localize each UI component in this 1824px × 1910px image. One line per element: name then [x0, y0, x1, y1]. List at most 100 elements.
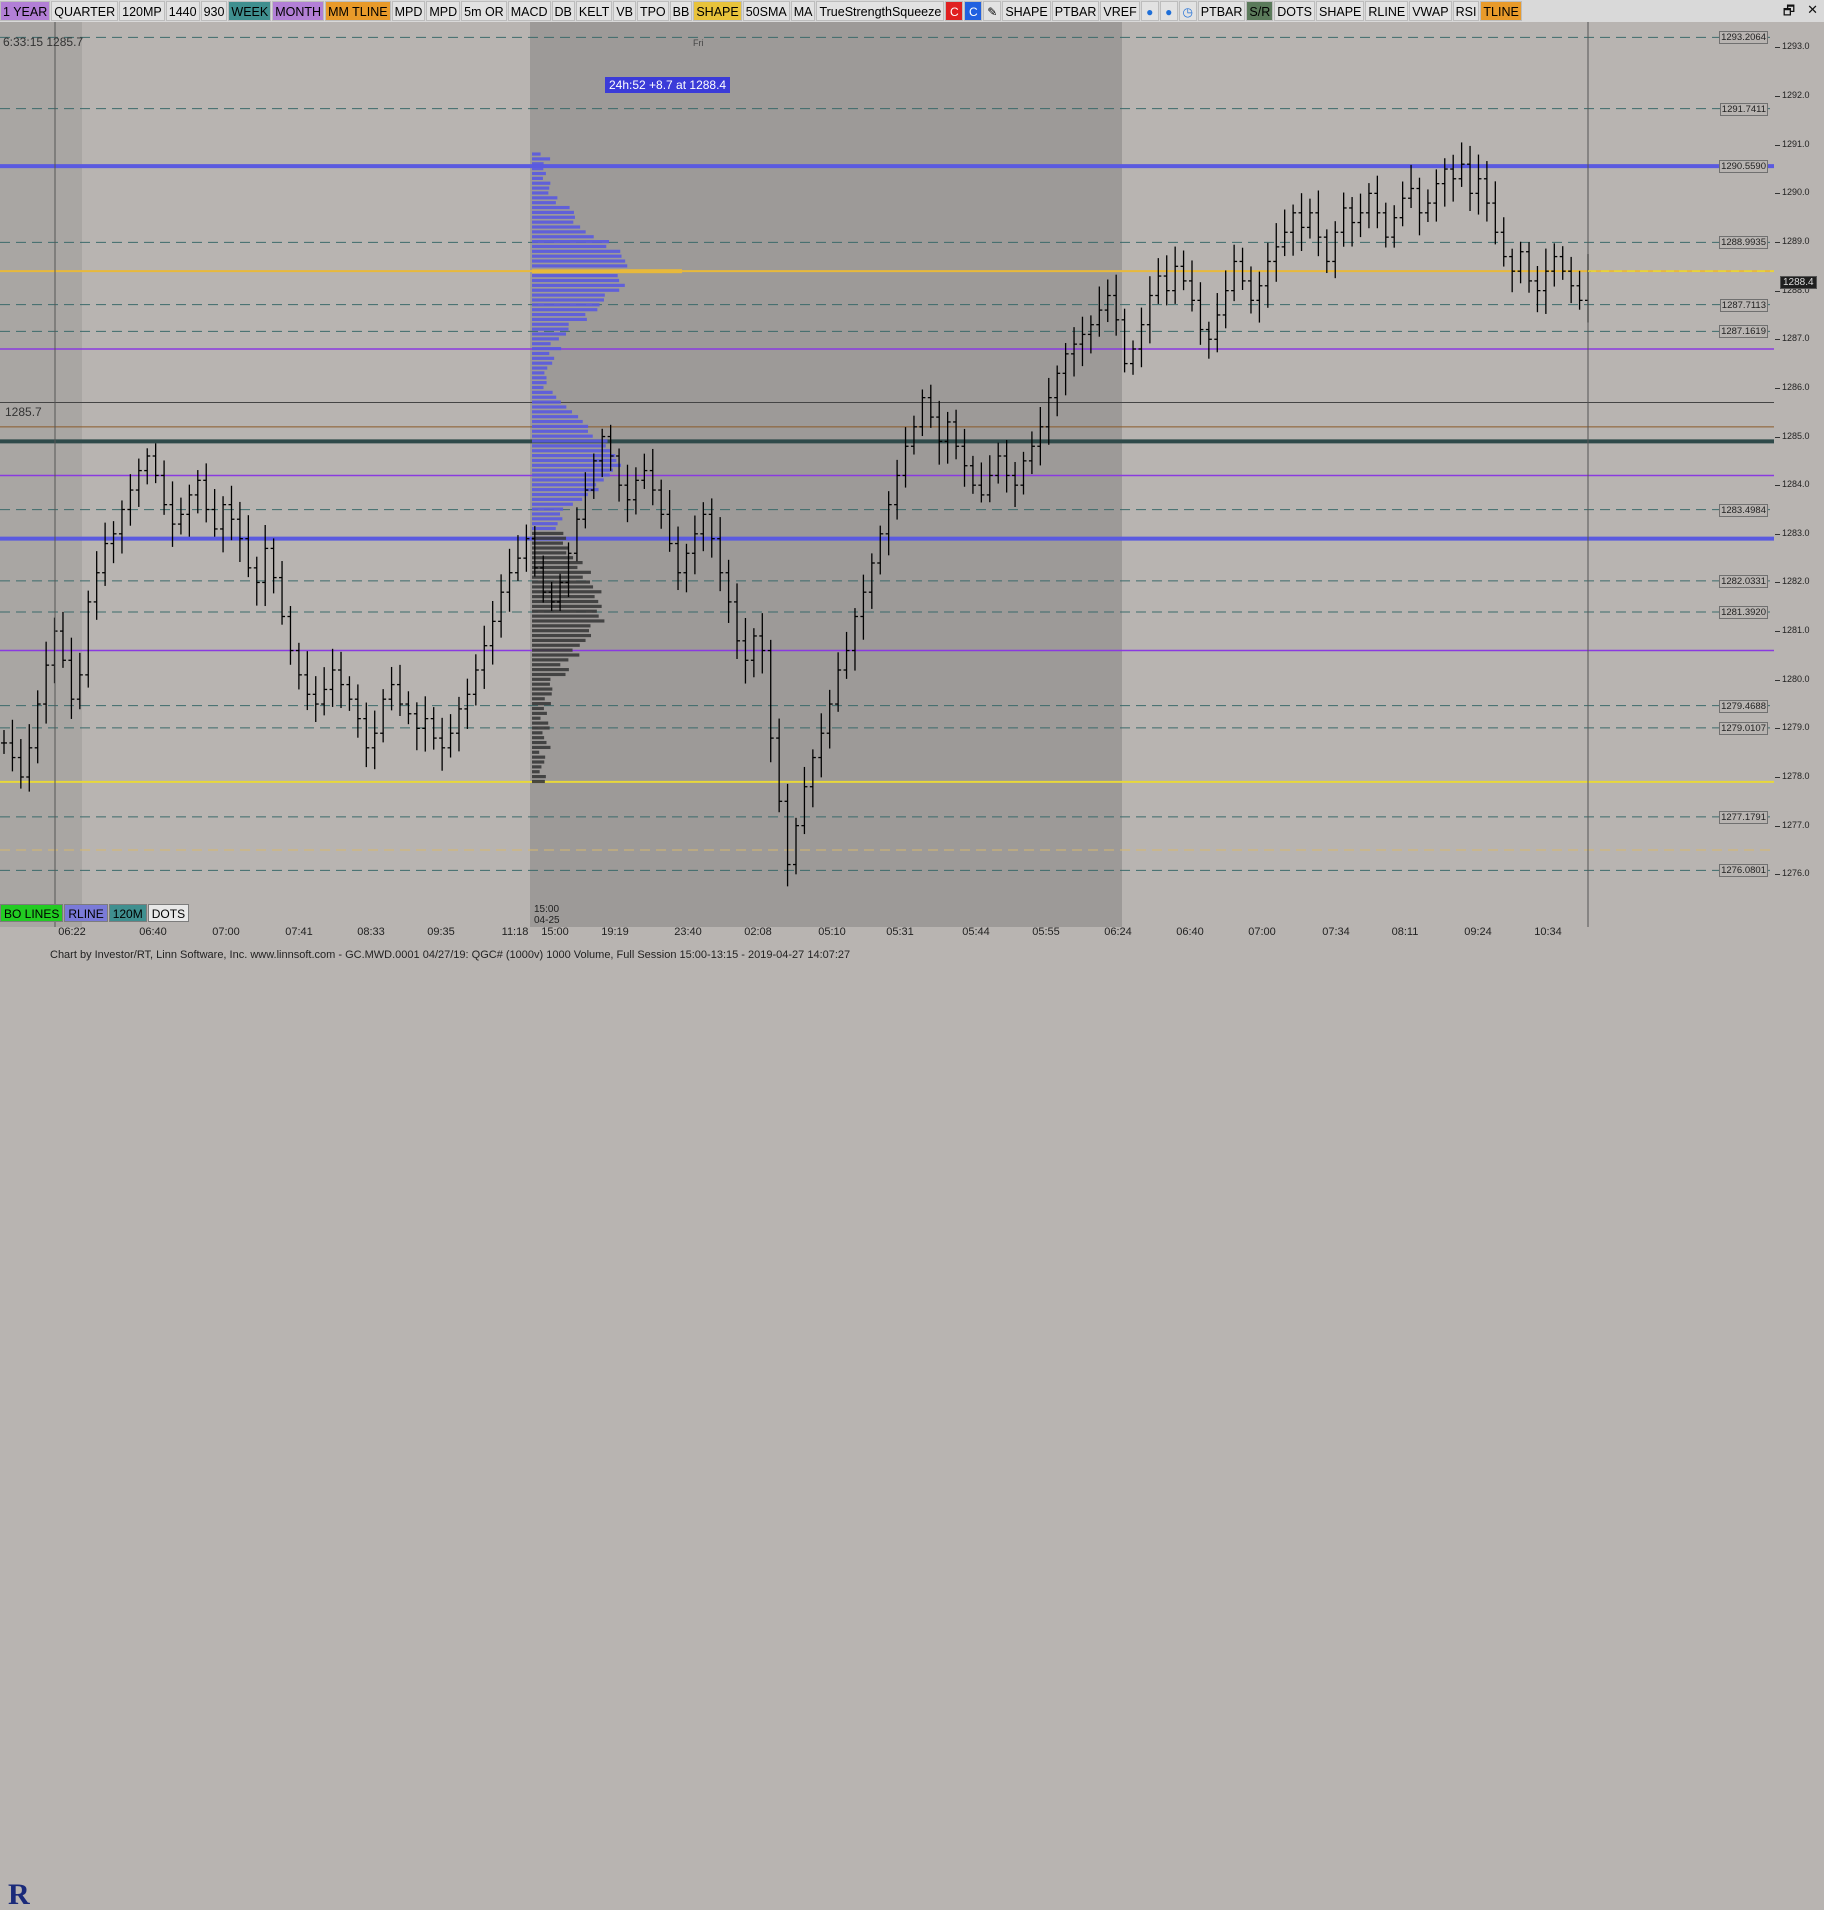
volume-profile-bar	[532, 740, 547, 745]
volume-profile-bar	[532, 220, 574, 224]
axis-tick-label: 1276.0	[1775, 868, 1810, 879]
time-tick-label: 15:00	[541, 926, 569, 938]
volume-profile-bar	[532, 293, 605, 297]
footer: R Chart by Investor/RT, Linn Software, I…	[0, 944, 1824, 1910]
volume-profile-bar	[532, 225, 581, 229]
volume-profile-bar	[532, 492, 588, 497]
toggle-120m[interactable]: 120M	[108, 904, 147, 922]
axis-tick-label: 1284.0	[1775, 479, 1810, 490]
toolbar-button-ma[interactable]: MA	[790, 1, 816, 21]
time-tick-label: 05:10	[818, 926, 846, 938]
toolbar-button-shape[interactable]: SHAPE	[693, 1, 742, 21]
time-tick-label: 23:40	[674, 926, 702, 938]
volume-profile-bar	[532, 770, 540, 774]
toolbar-button-930[interactable]: 930	[200, 1, 228, 21]
toolbar-button-rline[interactable]: RLINE	[1365, 1, 1409, 21]
toolbar-button-vref[interactable]: VREF	[1100, 1, 1140, 21]
level-price-label: 1279.0107	[1719, 721, 1768, 735]
time-axis: 15:00 04-25 06:22 06:40 07:00 07:41 08:33 09:…	[0, 904, 1774, 944]
toolbar-button-bb[interactable]: BB	[669, 1, 693, 21]
toolbar-button-1-year[interactable]: 1 YEAR	[0, 1, 51, 21]
toolbar-button-ptbar[interactable]: PTBAR	[1197, 1, 1246, 21]
toolbar-button-120mp[interactable]: 120MP	[119, 1, 165, 21]
session-time: 15:00	[534, 904, 560, 915]
volume-profile-bar	[532, 595, 595, 599]
flame-icon[interactable]: ●	[1140, 1, 1159, 21]
toolbar-button-truestrengthsqueeze[interactable]: TrueStrengthSqueeze	[816, 1, 945, 21]
toolbar-button-shape[interactable]: SHAPE	[1002, 1, 1051, 21]
blue-square-icon[interactable]: C	[964, 1, 983, 21]
volume-profile-bar	[532, 264, 628, 268]
volume-profile-bar	[532, 298, 604, 302]
volume-profile-bar	[532, 162, 544, 166]
volume-profile-bar	[532, 419, 583, 424]
volume-profile-bar	[532, 585, 594, 589]
level-price-label: 1276.0801	[1719, 864, 1768, 878]
toolbar-button-vb[interactable]: VB	[613, 1, 636, 21]
volume-profile-bar	[532, 366, 548, 370]
time-tick-label: 10:34	[1534, 926, 1562, 938]
axis-tick-label: 1282.0	[1775, 576, 1810, 587]
volume-profile-bar	[532, 215, 575, 219]
clock-icon[interactable]: ◷	[1178, 1, 1197, 21]
pre-session-shade	[0, 22, 82, 927]
volume-profile-bar	[532, 677, 551, 681]
time-tick-label: 09:35	[427, 926, 455, 938]
volume-profile-bar	[532, 575, 583, 579]
toolbar-button-week[interactable]: WEEK	[228, 1, 272, 21]
toolbar-button-ptbar[interactable]: PTBAR	[1051, 1, 1100, 21]
axis-tick-label: 1291.0	[1775, 138, 1810, 149]
toolbar-button-mpd[interactable]: MPD	[426, 1, 461, 21]
window-controls: 🗗 ✕	[1783, 2, 1818, 24]
volume-profile-bar	[532, 502, 573, 506]
volume-profile-bar	[532, 633, 592, 638]
time-tick-label: 02:08	[744, 926, 772, 938]
volume-profile-bar	[532, 342, 551, 346]
toolbar-button-5m-or[interactable]: 5m OR	[461, 1, 507, 21]
volume-profile-bar	[532, 546, 569, 550]
volume-profile-bar	[532, 322, 569, 326]
toolbar-button-dots[interactable]: DOTS	[1274, 1, 1315, 21]
volume-profile-bar	[532, 439, 608, 443]
volume-profile-bar	[532, 278, 620, 283]
restore-icon[interactable]: 🗗	[1783, 2, 1795, 24]
toolbar-button-1440[interactable]: 1440	[165, 1, 200, 21]
time-tick-label: 06:22	[58, 926, 86, 938]
volume-profile-bar	[532, 570, 591, 574]
toolbar-button-mm-tline[interactable]: MM TLINE	[325, 1, 391, 21]
toggle-dots[interactable]: DOTS	[147, 904, 190, 922]
volume-profile-bar	[532, 444, 606, 448]
volume-profile-bar	[532, 687, 553, 691]
toggle-bo-lines[interactable]: BO LINES	[0, 904, 64, 922]
volume-profile-bar	[532, 531, 564, 536]
toolbar-button-shape[interactable]: SHAPE	[1316, 1, 1365, 21]
toolbar-button-kelt[interactable]: KELT	[575, 1, 613, 21]
time-tick-label: 05:44	[962, 926, 990, 938]
session-date: 04-25	[534, 915, 560, 926]
volume-profile-bar	[532, 415, 579, 419]
volume-profile-bar	[532, 201, 556, 205]
time-tick-label: 08:11	[1391, 926, 1419, 938]
toggle-rline[interactable]: RLINE	[64, 904, 108, 922]
toolbar-button-month[interactable]: MONTH	[272, 1, 325, 21]
toolbar-button-rsi[interactable]: RSI	[1452, 1, 1480, 21]
red-square-icon[interactable]: C	[945, 1, 964, 21]
left-price-label: 1285.7	[5, 405, 42, 419]
toolbar-button-s-r[interactable]: S/R	[1246, 1, 1274, 21]
close-icon[interactable]: ✕	[1807, 2, 1818, 24]
volume-profile-bar	[532, 488, 599, 492]
volume-profile-bar	[532, 381, 547, 385]
toolbar-button-50sma[interactable]: 50SMA	[742, 1, 790, 21]
toolbar-button-vwap[interactable]: VWAP	[1409, 1, 1452, 21]
toolbar-button-tline[interactable]: TLINE	[1480, 1, 1522, 21]
toolbar-button-quarter[interactable]: QUARTER	[51, 1, 119, 21]
pencil-icon[interactable]: ✎	[983, 1, 1002, 21]
toolbar-button-db[interactable]: DB	[551, 1, 575, 21]
volume-profile-bar	[532, 638, 586, 643]
toolbar-button-macd[interactable]: MACD	[507, 1, 551, 21]
flame-icon[interactable]: ●	[1159, 1, 1178, 21]
toolbar-button-tpo[interactable]: TPO	[636, 1, 669, 21]
toolbar-button-mpd[interactable]: MPD	[391, 1, 426, 21]
volume-profile-bar	[532, 312, 586, 317]
price-chart[interactable]	[0, 22, 1774, 927]
